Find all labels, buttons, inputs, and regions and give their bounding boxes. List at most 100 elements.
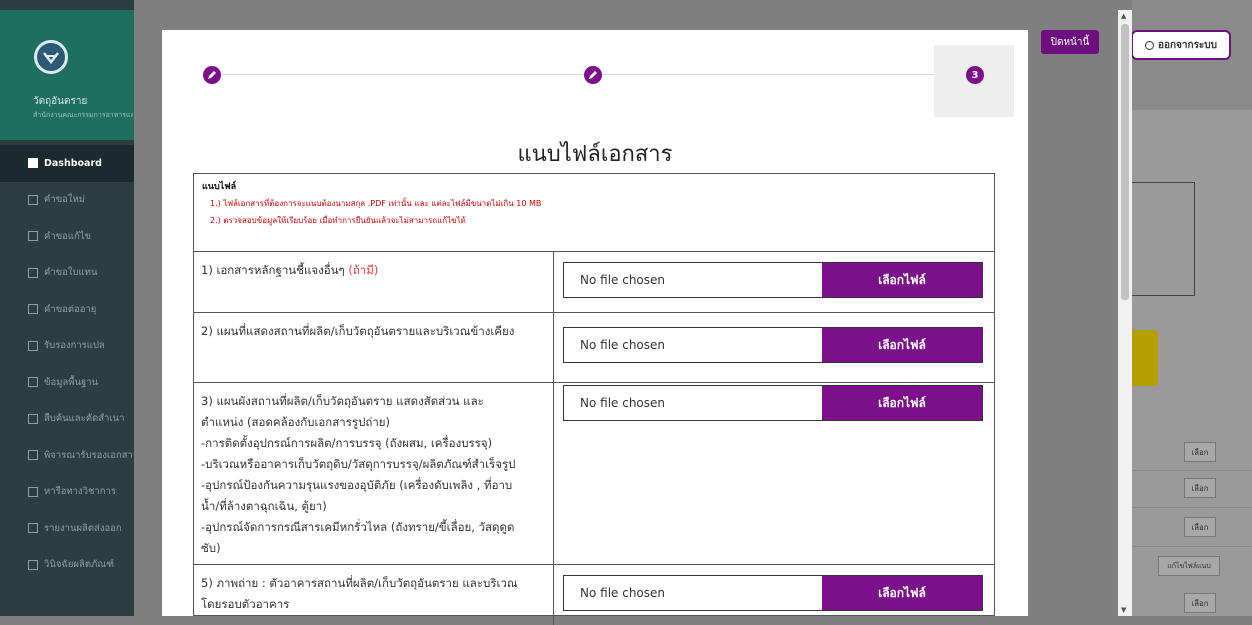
choose-file-button[interactable]: เลือกไฟล์ <box>822 263 982 297</box>
brand-name: วัตถุอันตราย <box>33 96 88 107</box>
row-line: น้ำ/ที่ล้างตาฉุกเฉิน, ตู้ยา) <box>201 499 327 513</box>
flask-icon <box>28 559 38 570</box>
row-line: โดยรอบตัวอาคาร <box>201 597 290 611</box>
notes-title: แนบไฟล์ <box>202 182 237 192</box>
file-input[interactable]: No file chosen เลือกไฟล์ <box>563 575 983 611</box>
background-box <box>1132 182 1195 296</box>
sidebar-item-search-copy[interactable]: สืบค้นและคัดสำเนา <box>0 401 134 438</box>
close-page-button[interactable]: ปิดหน้านี้ <box>1041 30 1099 54</box>
row-line: ตำแหน่ง (สอดคล้องกับเอกสารรูปถ่าย) <box>201 415 391 429</box>
sidebar-item-dashboard[interactable]: Dashboard <box>0 145 134 182</box>
background-divider <box>1132 507 1252 508</box>
sidebar-item-label: คำขอแก้ไข <box>44 230 92 242</box>
logo-icon <box>34 40 68 74</box>
row-line: -บริเวณหรืออาคารเก็บวัตถุดิบ/วัสดุการบรร… <box>201 457 516 471</box>
sidebar-item-basic-info[interactable]: ข้อมูลพื้นฐาน <box>0 364 134 401</box>
background-select-button: เลือก <box>1184 442 1216 462</box>
scrollbar-thumb[interactable] <box>1121 24 1129 300</box>
row-description: 3) แผนผังสถานที่ผลิต/เก็บวัตถุอันตราย แส… <box>194 383 554 567</box>
sidebar-item-label: รายงานผลิตส่งออก <box>44 522 122 534</box>
report-icon <box>28 523 38 534</box>
sidebar-item-product-diagnosis[interactable]: วินิจฉัยผลิตภัณฑ์ <box>0 547 134 584</box>
background-select-button: เลือก <box>1184 593 1216 613</box>
pencil-icon <box>208 71 216 79</box>
chat-icon <box>28 486 38 497</box>
row-line: -อุปกรณ์ป้องกันความรุนแรงของอุบัติภัย (เ… <box>201 478 513 492</box>
file-name: No file chosen <box>580 396 666 410</box>
row-label: 2) แผนที่แสดงสถานที่ผลิต/เก็บวัตถุอันตรา… <box>201 324 515 338</box>
sidebar-item-label: รับรองการแปล <box>44 340 105 352</box>
sidebar-item-label: คำขอต่ออายุ <box>44 303 97 315</box>
row-line: 3) แผนผังสถานที่ผลิต/เก็บวัตถุอันตราย แส… <box>201 394 484 408</box>
sidebar: วัตถุอันตราย สำนักงานคณะกรรมการอาหารและย… <box>0 0 134 616</box>
step-2-done <box>584 66 602 84</box>
stepper-line <box>600 74 960 75</box>
row-line: -อุปกรณ์จัดการกรณีสารเคมีหกรั่วไหล (ถังท… <box>201 520 515 534</box>
book-icon <box>28 450 38 461</box>
step-1-done <box>203 66 221 84</box>
sidebar-menu: Dashboard คำขอใหม่ คำขอแก้ไข คำขอใบแทน ค… <box>0 145 134 583</box>
scroll-down-icon[interactable]: ▼ <box>1121 606 1126 614</box>
translate-icon <box>28 340 38 351</box>
row-label: 1) เอกสารหลักฐานชี้แจงอื่นๆ <box>201 263 345 277</box>
file-name: No file chosen <box>580 338 666 352</box>
choose-file-button[interactable]: เลือกไฟล์ <box>822 386 982 420</box>
table-row: 1) เอกสารหลักฐานชี้แจงอื่นๆ (ถ้ามี) No f… <box>194 251 994 312</box>
search-copy-icon <box>28 413 38 424</box>
background-edit-attachment-button: แก้ไขไฟล์แนบ <box>1158 556 1220 576</box>
background-divider <box>1132 470 1252 471</box>
file-input[interactable]: No file chosen เลือกไฟล์ <box>563 385 983 421</box>
background-divider <box>1132 546 1252 547</box>
sidebar-item-replacement[interactable]: คำขอใบแทน <box>0 255 134 292</box>
choose-file-button[interactable]: เลือกไฟล์ <box>822 576 982 610</box>
scroll-up-icon[interactable]: ▲ <box>1121 12 1126 20</box>
grid-icon <box>28 158 38 169</box>
logout-button[interactable]: ออกจากระบบ <box>1131 30 1231 60</box>
file-input[interactable]: No file chosen เลือกไฟล์ <box>563 262 983 298</box>
sidebar-item-label: คำขอใหม่ <box>44 194 86 206</box>
stepper-line <box>222 74 588 75</box>
sidebar-brand[interactable]: วัตถุอันตราย สำนักงานคณะกรรมการอาหารและย… <box>0 10 134 140</box>
power-icon <box>1144 40 1154 50</box>
sidebar-item-label: หารือทางวิชาการ <box>44 486 116 498</box>
document-icon <box>28 194 38 205</box>
choose-file-button[interactable]: เลือกไฟล์ <box>822 328 982 362</box>
sidebar-item-renewal[interactable]: คำขอต่ออายุ <box>0 291 134 328</box>
file-input[interactable]: No file chosen เลือกไฟล์ <box>563 327 983 363</box>
file-name: No file chosen <box>580 273 666 287</box>
pencil-icon <box>589 71 597 79</box>
row-line: -การติดตั้งอุปกรณ์การผลิต/การบรรจุ (ถังผ… <box>201 436 493 450</box>
logout-label: ออกจากระบบ <box>1157 39 1218 51</box>
list-icon <box>28 377 38 388</box>
sidebar-item-edit-request[interactable]: คำขอแก้ไข <box>0 218 134 255</box>
edit-icon <box>28 231 38 242</box>
step-3-current: 3 <box>966 66 984 84</box>
row-description: 2) แผนที่แสดงสถานที่ผลิต/เก็บวัตถุอันตรา… <box>194 313 554 383</box>
scrollbar[interactable]: ▲ ▼ <box>1118 10 1132 616</box>
background-select-button: เลือก <box>1184 517 1216 537</box>
file-name: No file chosen <box>580 586 666 600</box>
sidebar-item-new-request[interactable]: คำขอใหม่ <box>0 182 134 219</box>
background-yellow-button <box>1132 330 1158 386</box>
upload-notes: แนบไฟล์ 1.) ไฟล์เอกสารที่ต้องการจะแนบต้อ… <box>202 179 541 227</box>
sidebar-item-label: สืบค้นและคัดสำเนา <box>44 413 125 425</box>
sidebar-item-export-report[interactable]: รายงานผลิตส่งออก <box>0 510 134 547</box>
sidebar-item-label: วินิจฉัยผลิตภัณฑ์ <box>44 559 114 571</box>
row-line: ซับ) <box>201 541 221 555</box>
optional-label: (ถ้ามี) <box>348 263 379 277</box>
note-1: 1.) ไฟล์เอกสารที่ต้องการจะแนบต้องนามสกุล… <box>210 199 542 208</box>
sidebar-item-label: คำขอใบแทน <box>44 267 98 279</box>
table-row: 2) แผนที่แสดงสถานที่ผลิต/เก็บวัตถุอันตรา… <box>194 312 994 383</box>
sidebar-item-document-review[interactable]: พิจารณารับรองเอกสาร <box>0 437 134 474</box>
row-description: 1) เอกสารหลักฐานชี้แจงอื่นๆ (ถ้ามี) <box>194 252 554 312</box>
sidebar-item-label: พิจารณารับรองเอกสาร <box>44 449 134 461</box>
note-2: 2.) ตรวจสอบข้อมูลให้เรียบร้อย เมื่อทำการ… <box>210 216 466 225</box>
row-line: 5) ภาพถ่าย : ตัวอาคารสถานที่ผลิต/เก็บวัต… <box>201 576 518 590</box>
copy-icon <box>28 267 38 278</box>
upload-table: แนบไฟล์ 1.) ไฟล์เอกสารที่ต้องการจะแนบต้อ… <box>193 173 995 625</box>
form-title: แนบไฟล์เอกสาร <box>517 142 673 167</box>
sidebar-item-translation[interactable]: รับรองการแปล <box>0 328 134 365</box>
sidebar-item-consultation[interactable]: หารือทางวิชาการ <box>0 474 134 511</box>
row-description: 5) ภาพถ่าย : ตัวอาคารสถานที่ผลิต/เก็บวัต… <box>194 565 554 625</box>
brand-subtitle: สำนักงานคณะกรรมการอาหารและยา <box>33 111 133 119</box>
